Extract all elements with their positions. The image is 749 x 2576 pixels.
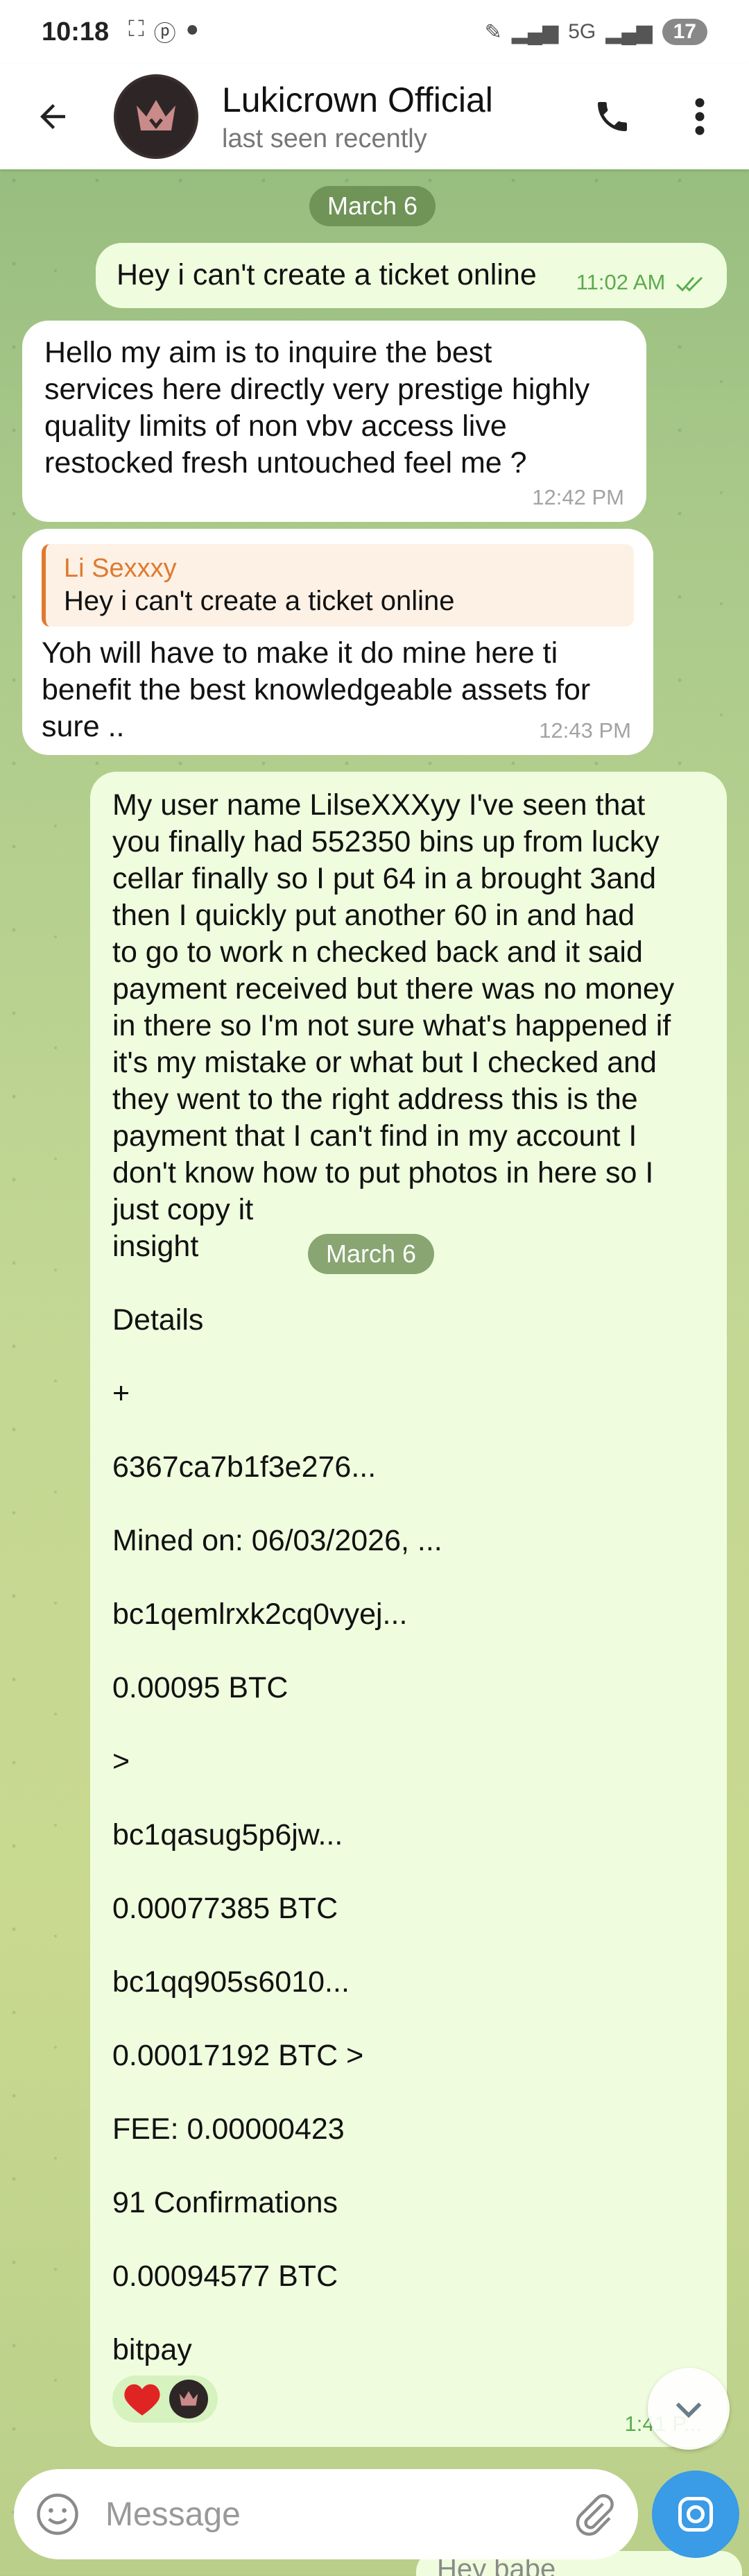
status-bar: 10:18 ⛶ ⓟ ● ✎ ▂▄▆ 5G ▂▄▆ 17 xyxy=(0,0,749,64)
message-text: Hey i can't create a ticket online xyxy=(117,258,537,291)
message-line xyxy=(112,2074,705,2111)
message-line: then I quickly put another 60 in and had xyxy=(112,899,635,932)
message-line: 91 Confirmations xyxy=(112,2186,338,2219)
message-line: Details xyxy=(112,1303,204,1337)
message-line: in there so I'm not sure what's happened… xyxy=(112,1009,671,1042)
message-line: My user name LilseXXXyy I've seen that xyxy=(112,788,646,822)
message-line xyxy=(112,1633,705,1670)
reply-text: Hey i can't create a ticket online xyxy=(64,586,455,617)
chevron-down-icon xyxy=(675,2403,702,2418)
message-line xyxy=(112,1706,705,1743)
crown-logo-icon xyxy=(179,2391,198,2406)
message-time: 12:42 PM xyxy=(532,485,624,510)
heart-icon xyxy=(124,2384,160,2416)
message-line: Yoh will have to make it do mine here ti xyxy=(42,636,558,670)
message-line: they went to the right address this is t… xyxy=(112,1083,638,1116)
chat-notification-icon: ● xyxy=(185,16,199,41)
reactor-avatar xyxy=(169,2380,208,2418)
camera-icon xyxy=(678,2497,713,2532)
system-icons: ✎ ▂▄▆ 5G ▂▄▆ 17 xyxy=(485,19,707,45)
message-text-block: My user name LilseXXXyy I've seen that yo… xyxy=(112,787,705,2369)
notification-icons: ⛶ ⓟ ● xyxy=(128,16,199,48)
chat-header: Lukicrown Official last seen recently xyxy=(0,64,749,169)
status-time: 10:18 xyxy=(42,17,110,46)
message-line: 0.00017192 BTC > xyxy=(112,2039,364,2072)
message-line: cellar finally so I put 64 in a brought … xyxy=(112,862,657,895)
message-line xyxy=(112,1486,705,1523)
scroll-down-button[interactable] xyxy=(648,2368,730,2450)
message-input[interactable] xyxy=(105,2495,522,2534)
message-line: don't know how to put photos in here so … xyxy=(112,1156,654,1189)
message-line: quality limits of non vbv access live xyxy=(44,409,507,443)
reaction-chip[interactable] xyxy=(112,2375,218,2423)
message-bubble-outgoing[interactable]: Hey i can't create a ticket online 11:02… xyxy=(96,243,727,308)
paperclip-icon[interactable] xyxy=(571,2491,617,2537)
message-line xyxy=(112,2001,705,2037)
message-line: bc1qemlrxk2cq0vyej... xyxy=(112,1598,408,1631)
message-line: you finally had 552350 bins up from luck… xyxy=(112,825,660,858)
signal-icon: ▂▄▆ xyxy=(511,20,559,44)
message-bubble-incoming[interactable]: Li Sexxxy Hey i can't create a ticket on… xyxy=(22,529,653,755)
message-input-bar xyxy=(14,2469,638,2559)
date-separator: March 6 xyxy=(309,186,436,226)
message-line xyxy=(112,1927,705,1964)
crown-logo-icon xyxy=(137,100,175,130)
message-line: 0.00095 BTC xyxy=(112,1671,289,1704)
message-line xyxy=(112,2148,705,2185)
chat-title-block[interactable]: Lukicrown Official last seen recently xyxy=(222,80,493,154)
more-options-icon[interactable] xyxy=(675,92,724,141)
message-line: bc1qq905s6010... xyxy=(112,1965,350,1999)
message-line xyxy=(112,1559,705,1596)
chat-title: Lukicrown Official xyxy=(222,80,493,119)
screenshot-icon: ⛶ xyxy=(128,16,144,41)
message-line: to go to work n checked back and it said xyxy=(112,935,643,969)
message-line: Mined on: 06/03/2026, ... xyxy=(112,1524,442,1557)
message-line: restocked fresh untouched feel me ? xyxy=(44,446,527,480)
pinterest-icon: ⓟ xyxy=(153,21,176,46)
message-meta: 11:02 AM xyxy=(576,269,707,296)
message-line: benefit the best knowledgeable assets fo… xyxy=(42,673,591,707)
message-line xyxy=(112,2221,705,2258)
chat-last-seen: last seen recently xyxy=(222,124,427,153)
message-line xyxy=(112,1412,705,1449)
pen-icon: ✎ xyxy=(484,20,502,44)
message-line: Hello my aim is to inquire the best xyxy=(44,336,492,369)
back-arrow-icon[interactable] xyxy=(25,89,80,144)
reply-quote[interactable]: Li Sexxxy Hey i can't create a ticket on… xyxy=(42,544,634,627)
message-bubble-outgoing[interactable]: My user name LilseXXXyy I've seen that yo… xyxy=(90,772,727,2447)
message-line: + xyxy=(112,1377,130,1410)
message-line: 0.00094577 BTC xyxy=(112,2260,338,2293)
battery-icon: 17 xyxy=(662,19,707,45)
message-time: 11:02 AM xyxy=(576,270,666,295)
message-time: 12:43 PM xyxy=(539,718,631,743)
header-actions xyxy=(588,92,724,141)
message-line xyxy=(112,1854,705,1890)
message-line: 6367ca7b1f3e276... xyxy=(112,1450,377,1484)
double-check-icon xyxy=(675,276,703,292)
date-separator-floating: March 6 xyxy=(308,1234,435,1274)
avatar[interactable] xyxy=(114,74,198,159)
network-type-label: 5G xyxy=(568,20,596,43)
message-line: 0.00077385 BTC xyxy=(112,1892,338,1925)
message-line: bc1qasug5p6jw... xyxy=(112,1818,343,1852)
reactions xyxy=(112,2375,705,2423)
message-line: payment that I can't find in my account … xyxy=(112,1119,637,1153)
message-bubble-incoming[interactable]: Hello my aim is to inquire the best serv… xyxy=(22,321,646,522)
message-line: FEE: 0.00000423 xyxy=(112,2112,345,2146)
message-line: payment received but there was no money xyxy=(112,972,675,1006)
message-line: services here directly very prestige hig… xyxy=(44,373,590,406)
phone-icon[interactable] xyxy=(588,92,637,141)
message-line xyxy=(112,1780,705,1817)
message-line: > xyxy=(112,1745,130,1778)
reply-author: Li Sexxxy xyxy=(64,554,177,583)
message-line: it's my mistake or what but I checked an… xyxy=(112,1046,657,1079)
message-line: just copy it xyxy=(112,1193,254,1226)
camera-button[interactable] xyxy=(652,2471,739,2558)
message-line xyxy=(112,2295,705,2332)
message-line xyxy=(112,1339,705,1375)
message-line: bitpay xyxy=(112,2333,192,2366)
emoji-icon[interactable] xyxy=(35,2491,80,2537)
signal-icon-2: ▂▄▆ xyxy=(605,20,653,44)
